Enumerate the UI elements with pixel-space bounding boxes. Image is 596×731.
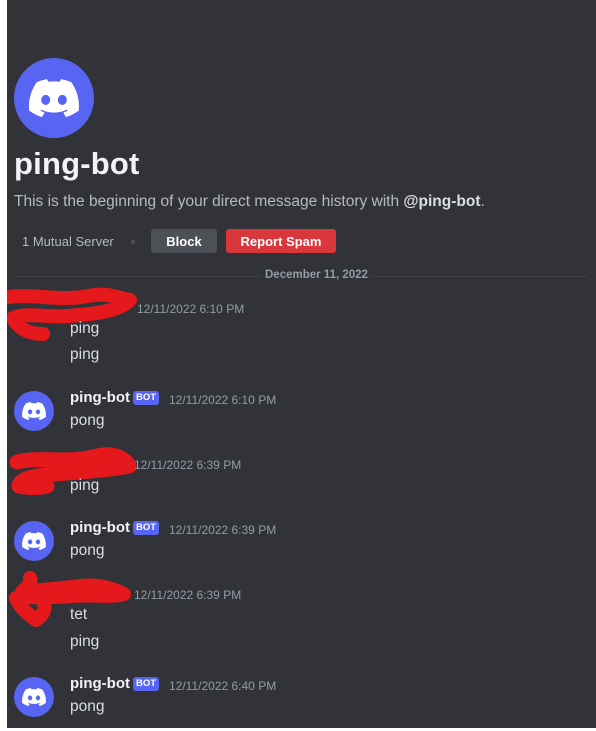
message-timestamp: 12/11/2022 6:39 PM <box>134 458 242 472</box>
message-timestamp: 12/11/2022 6:10 PM <box>169 393 277 407</box>
mutual-servers-link[interactable]: 1 Mutual Server <box>22 234 114 249</box>
message-content: ping <box>70 320 100 337</box>
discord-logo-icon <box>29 79 79 117</box>
message-content: ping <box>70 477 100 494</box>
message-content: tet <box>70 606 88 623</box>
message-content: pong <box>70 698 105 715</box>
message-author[interactable]: ping-bot <box>70 519 130 536</box>
discord-logo-icon <box>22 532 46 550</box>
discord-logo-icon <box>22 688 46 706</box>
message-timestamp: 12/11/2022 6:39 PM <box>169 523 277 537</box>
message-content: ping <box>70 633 100 650</box>
message-author[interactable]: ping-bot <box>70 675 130 692</box>
intro-prefix: This is the beginning of your direct mes… <box>14 193 404 210</box>
message-timestamp: 12/11/2022 6:39 PM <box>134 588 242 602</box>
date-divider-line-right <box>372 276 587 277</box>
dm-chat-area: ping-bot This is the beginning of your d… <box>7 0 596 728</box>
bot-badge: BOT <box>133 521 160 535</box>
separator-dot <box>131 240 135 244</box>
intro-handle: @ping-bot <box>403 193 481 210</box>
dm-intro-text: This is the beginning of your direct mes… <box>14 193 485 211</box>
discord-logo-icon <box>22 402 46 420</box>
message-author[interactable]: ping-bot <box>70 389 130 406</box>
block-button[interactable]: Block <box>151 229 217 253</box>
message-content: pong <box>70 542 105 559</box>
user-avatar[interactable] <box>14 521 54 561</box>
message-timestamp: 12/11/2022 6:40 PM <box>169 679 277 693</box>
date-divider-label: December 11, 2022 <box>261 269 372 281</box>
user-avatar[interactable] <box>14 391 54 431</box>
bot-badge: BOT <box>133 391 160 405</box>
date-divider-line-left <box>15 276 265 277</box>
intro-suffix: . <box>480 193 485 210</box>
message-content: pong <box>70 412 105 429</box>
bot-badge: BOT <box>133 677 160 691</box>
user-avatar[interactable] <box>14 677 54 717</box>
profile-name: ping-bot <box>14 146 140 181</box>
report-spam-button[interactable]: Report Spam <box>226 229 336 253</box>
message-timestamp: 12/11/2022 6:10 PM <box>137 302 245 316</box>
profile-avatar[interactable] <box>14 58 94 138</box>
message-content: ping <box>70 346 100 363</box>
